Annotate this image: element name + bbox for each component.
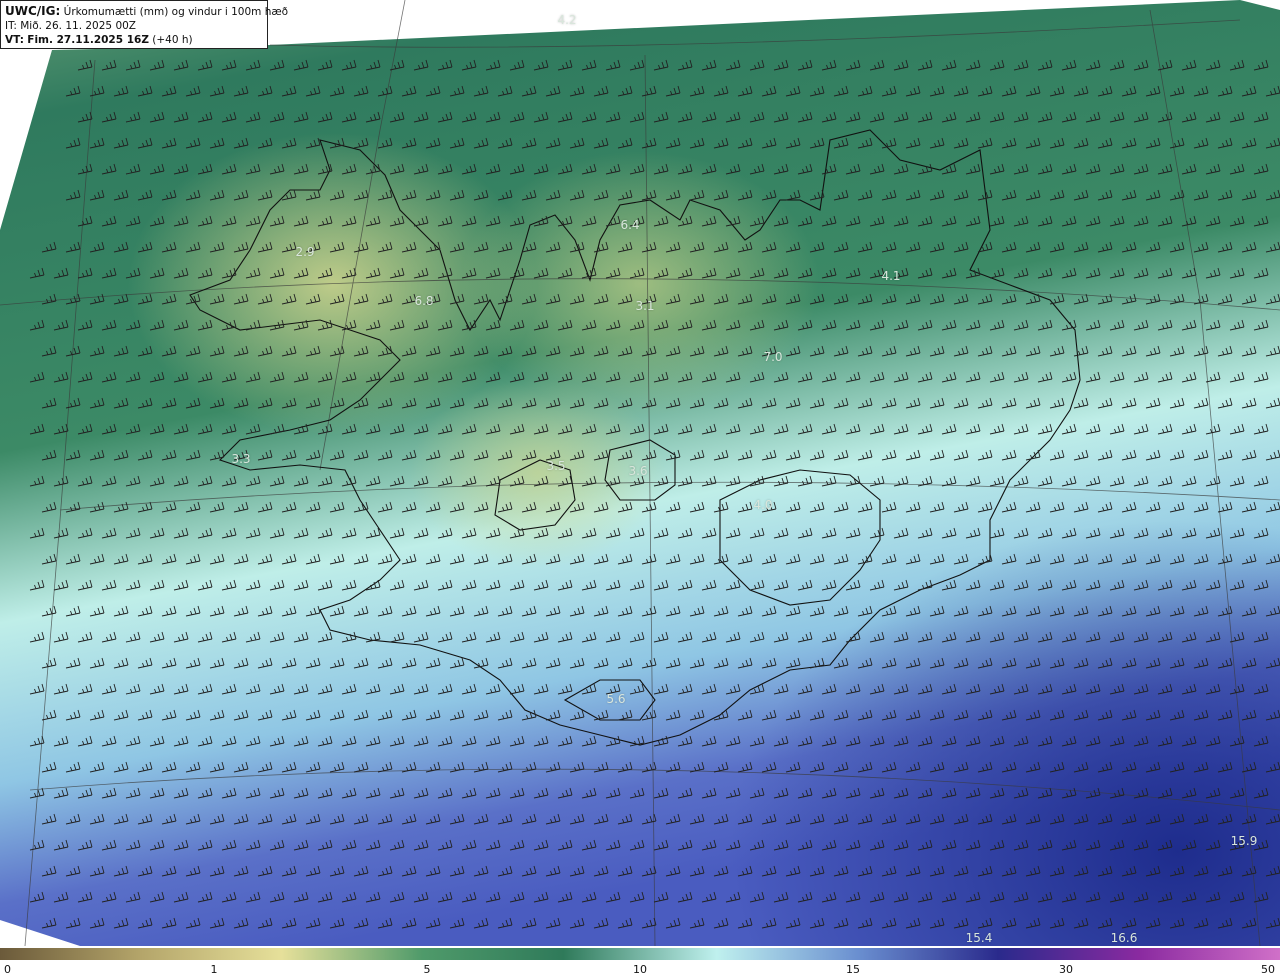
legend-tick: 0 bbox=[4, 963, 11, 976]
map-value-label: 4.0 bbox=[753, 498, 773, 512]
init-time: IT: Mið. 26. 11. 2025 00Z bbox=[5, 20, 136, 32]
lead-time: (+40 h) bbox=[152, 34, 193, 46]
map-value-label: 2.9 bbox=[295, 245, 315, 259]
map-value-label: 3.3 bbox=[231, 452, 251, 466]
legend-tick: 15 bbox=[846, 963, 860, 976]
valid-prefix: VT: bbox=[5, 34, 24, 46]
map-value-label: 3.1 bbox=[635, 299, 655, 313]
map-title-box: UWC/IG: Úrkomumætti (mm) og vindur i 100… bbox=[0, 0, 288, 49]
map-value-label: 15.9 bbox=[1230, 834, 1258, 848]
color-legend: 0 1 5 10 15 30 50 bbox=[0, 946, 1280, 978]
legend-tick: 1 bbox=[210, 963, 218, 976]
legend-tick: 5 bbox=[423, 963, 431, 976]
legend-tick: 50 bbox=[1261, 963, 1275, 976]
map-value-label: 3.5 bbox=[546, 459, 566, 473]
map-value-label: 7.0 bbox=[763, 350, 783, 364]
field-description: Úrkomumætti (mm) og vindur i 100m hæð bbox=[63, 6, 289, 18]
map-value-label: 6.4 bbox=[620, 218, 640, 232]
map-value-label: 4.2 bbox=[557, 13, 577, 27]
valid-time: Fim. 27.11.2025 16Z bbox=[27, 34, 149, 46]
legend-tick: 10 bbox=[633, 963, 647, 976]
map-value-label: 4.1 bbox=[881, 269, 901, 283]
legend-tick: 30 bbox=[1059, 963, 1073, 976]
map-value-label: 16.6 bbox=[1110, 931, 1138, 945]
title-line: UWC/IG: Úrkomumætti (mm) og vindur i 100… bbox=[5, 4, 288, 19]
map-value-label: 15.4 bbox=[965, 931, 993, 945]
map-value-label: 3.6 bbox=[628, 464, 648, 478]
valid-time-line: VT: Fim. 27.11.2025 16Z (+40 h) bbox=[5, 33, 263, 47]
legend-color-bar bbox=[0, 948, 1280, 960]
model-name: UWC/IG: bbox=[5, 4, 61, 18]
map-value-label: 5.6 bbox=[606, 692, 626, 706]
map-value-label: 6.8 bbox=[414, 294, 434, 308]
